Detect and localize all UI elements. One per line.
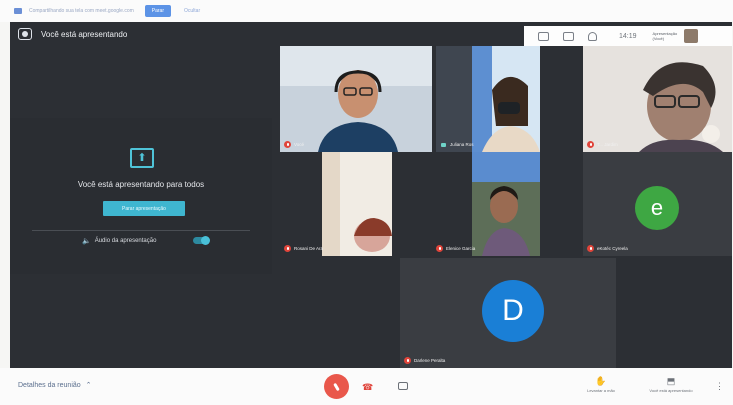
presenting-panel: ⬆ Você está apresentando para todos Para…	[10, 118, 272, 274]
meeting-details-label: Detalhes da reunião	[18, 381, 81, 389]
mic-off-icon	[284, 245, 291, 252]
participant-name: Vocé	[294, 142, 305, 147]
present-now-button[interactable]: ⬒ Você está apresentando	[645, 376, 697, 393]
participant-name-tag: Rosani De Ara	[284, 245, 323, 252]
participant-video	[583, 46, 732, 152]
participant-name-tag: Darlene Peralta	[404, 357, 445, 364]
hide-banner-link[interactable]: Ocultar	[184, 8, 200, 14]
mic-off-icon	[284, 141, 291, 148]
meeting-details-button[interactable]: Detalhes da reunião ⌃	[18, 381, 92, 390]
hang-up-button[interactable]: ☎	[362, 382, 373, 393]
stop-presenting-button[interactable]: Parar apresentação	[103, 201, 185, 216]
participant-name: Rosani De Ara	[294, 246, 324, 251]
self-thumbnail[interactable]	[683, 29, 698, 43]
participant-tile[interactable]: Rosani De Ara	[280, 152, 400, 256]
meeting-clock: 14:19	[619, 32, 637, 40]
share-indicator-icon	[14, 8, 22, 14]
participant-avatar: D	[482, 280, 544, 342]
participant-avatar: e	[635, 186, 679, 230]
participant-name-tag: Elenice Garcia	[436, 245, 475, 252]
present-icon: ⬒	[666, 376, 676, 386]
participant-name: eKotéc Cyreela	[597, 246, 628, 251]
meeting-toolbar: 14:19 Apresentação (Você)	[524, 26, 732, 46]
mic-toggle-button[interactable]	[324, 374, 349, 399]
participant-name: Darlene Peralta	[414, 358, 446, 363]
participant-name-tag: Juliana Ros	[440, 141, 474, 148]
mic-off-icon	[587, 245, 594, 252]
mic-off-icon	[436, 245, 443, 252]
mic-off-icon	[587, 141, 594, 148]
participant-name-tag: Vocé	[284, 141, 304, 148]
participant-tile[interactable]: T... Jardim	[583, 46, 732, 152]
camera-toggle-button[interactable]	[398, 382, 408, 390]
participant-tile[interactable]: D Darlene Peralta	[400, 258, 616, 368]
people-icon[interactable]	[588, 31, 597, 41]
raise-hand-label: Levantar a mão	[587, 388, 615, 393]
participant-video	[280, 46, 432, 152]
presenter-icon	[18, 28, 32, 40]
presenting-title: Você está apresentando	[41, 29, 128, 39]
screen-share-banner: Compartilhando sua tela com meet.google.…	[0, 0, 733, 22]
presenting-status-label: Você está apresentando	[649, 388, 693, 393]
stop-sharing-button[interactable]: Parar	[144, 5, 172, 17]
participant-name: Juliana Ros	[450, 142, 474, 147]
participant-video	[322, 152, 392, 256]
chat-icon[interactable]	[563, 31, 574, 41]
chevron-up-icon: ⌃	[85, 382, 92, 389]
participant-tile[interactable]: Vocé	[280, 46, 432, 152]
participant-name-tag: T... Jardim	[587, 141, 618, 148]
panel-divider	[32, 230, 250, 231]
presentation-audio-toggle[interactable]	[193, 236, 210, 245]
share-banner-text: Compartilhando sua tela com meet.google.…	[29, 8, 134, 14]
presenting-message: Você está apresentando para todos	[77, 180, 205, 189]
participant-name: Elenice Garcia	[446, 246, 476, 251]
speaker-icon: 🔈	[82, 238, 91, 245]
audio-level-icon	[440, 141, 447, 148]
presentation-audio-label: Áudio da apresentação	[94, 238, 157, 244]
self-thumb-label: Apresentação (Você)	[652, 31, 678, 41]
participant-name-tag: eKotéc Cyreela	[587, 245, 628, 252]
meeting-stage: Você está apresentando 14:19 Apresentaçã…	[10, 22, 732, 368]
participant-tile[interactable]: Elenice Garcia	[432, 152, 582, 256]
participant-name: T... Jardim	[597, 142, 618, 147]
meet-window: Compartilhando sua tela com meet.google.…	[0, 0, 733, 405]
participant-video	[472, 152, 540, 256]
hand-icon: ✋	[595, 376, 607, 386]
participant-tile[interactable]: e eKotéc Cyreela	[583, 152, 732, 256]
participant-tile[interactable]: Juliana Ros	[436, 46, 540, 152]
participant-video	[436, 46, 540, 152]
present-screen-icon: ⬆	[130, 148, 154, 168]
raise-hand-button[interactable]: ✋ Levantar a mão	[578, 376, 624, 393]
mic-off-icon	[404, 357, 411, 364]
call-controls-bar: Detalhes da reunião ⌃ ☎ ✋ Levantar a mão…	[0, 368, 733, 405]
captions-icon[interactable]	[538, 31, 549, 41]
presentation-audio: 🔈 Áudio da apresentação	[82, 237, 156, 245]
more-options-icon[interactable]: ⋮	[715, 381, 724, 392]
